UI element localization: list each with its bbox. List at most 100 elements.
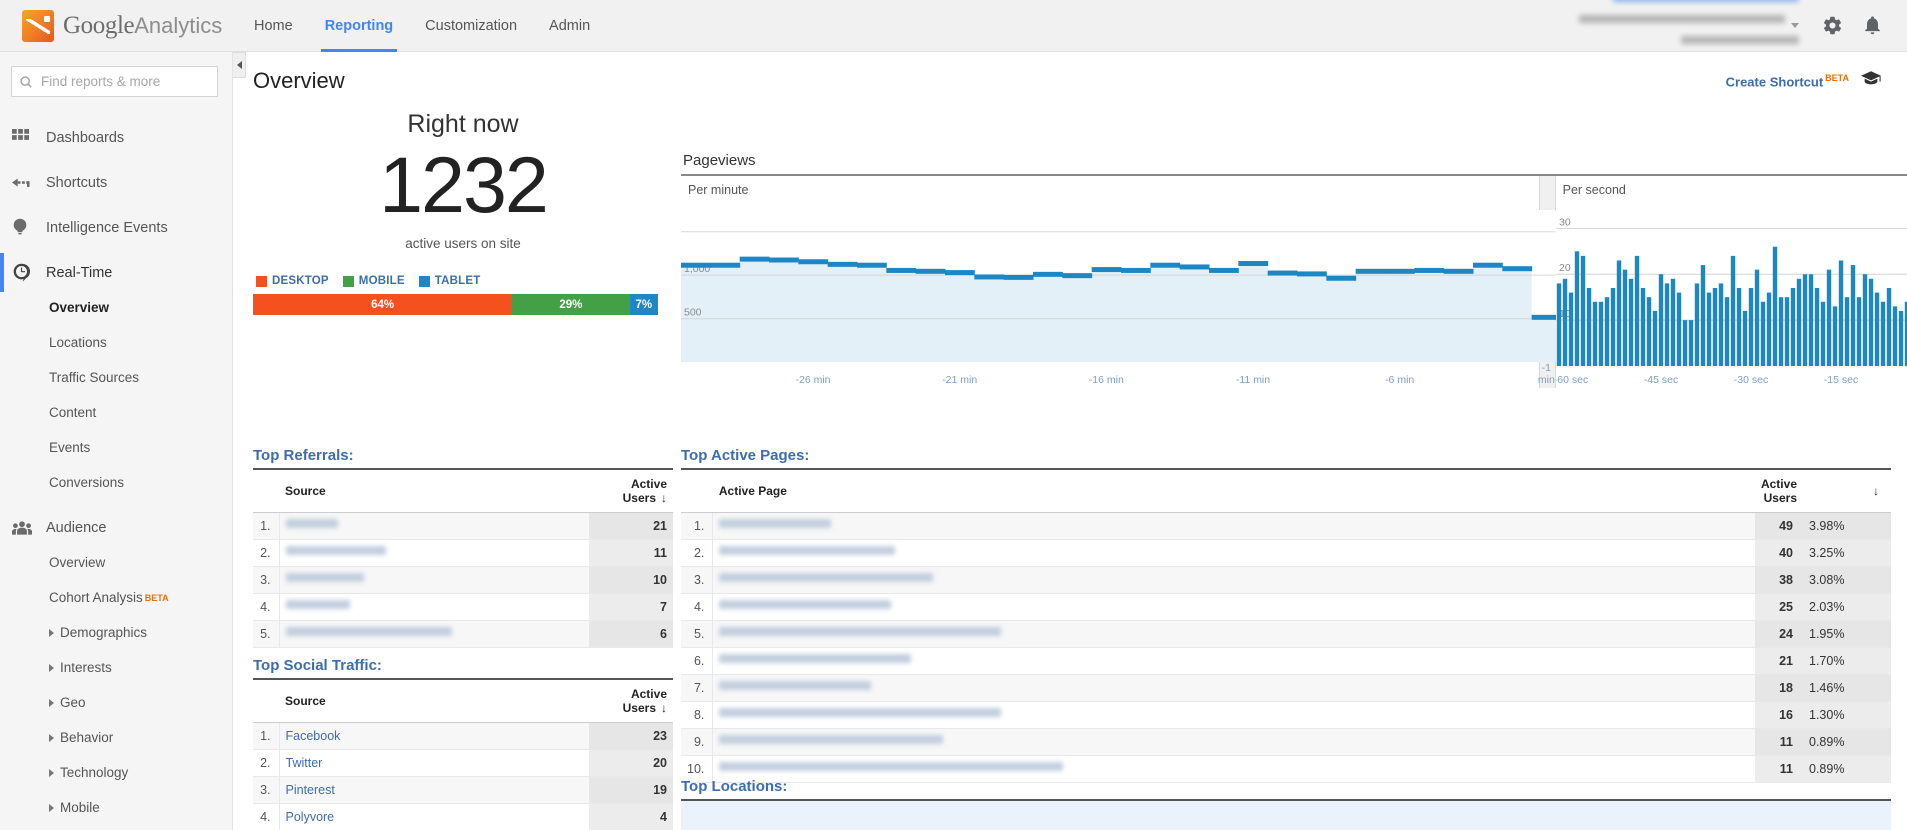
sidebar-item-interests[interactable]: Interests [0, 655, 232, 680]
social-users-header[interactable]: Active Users ↓ [589, 679, 673, 723]
create-shortcut-button[interactable]: Create Shortcut BETA [1726, 73, 1849, 89]
legend-item-mobile[interactable]: MOBILE [342, 275, 405, 287]
sidebar-item-geo[interactable]: Geo [0, 690, 232, 715]
table-row[interactable]: 4. 25 2.03% [681, 593, 1891, 621]
nav-tab-customization[interactable]: Customization [409, 0, 533, 52]
sidebar-item-real-time[interactable]: Real-Time [0, 250, 232, 295]
row-index: 1. [681, 512, 714, 540]
sidebar-item-cohort-analysis[interactable]: Cohort Analysis BETA [0, 585, 232, 610]
top-social-table: Source Active Users ↓ 1. Facebook 23 2. Twitt… [253, 678, 673, 830]
nav-tab-admin[interactable]: Admin [533, 0, 606, 52]
active-page-cell[interactable] [712, 512, 1755, 540]
table-row[interactable]: 4. Polyvore 4 [253, 803, 673, 830]
table-row[interactable]: 6. 21 1.70% [681, 647, 1891, 675]
social-source-link[interactable]: Pinterest [286, 783, 335, 797]
referral-source-cell[interactable] [279, 539, 589, 567]
sidebar-item-realtime-locations[interactable]: Locations [0, 330, 232, 355]
table-row[interactable]: 1. 49 3.98% [681, 512, 1891, 540]
sidebar-item-mobile[interactable]: Mobile [0, 795, 232, 820]
sidebar-collapse-button[interactable] [233, 52, 246, 78]
active-page-cell[interactable] [712, 539, 1755, 567]
chevron-down-icon[interactable] [1791, 22, 1799, 28]
table-row[interactable]: 9. 11 0.89% [681, 728, 1891, 756]
device-share-mobile[interactable]: 29% [512, 294, 630, 315]
notifications-button[interactable] [1855, 9, 1889, 43]
pages-page-header[interactable]: Active Page [712, 469, 1755, 513]
table-row[interactable]: 3. 10 [253, 566, 673, 594]
sidebar-item-audience[interactable]: Audience [0, 505, 232, 550]
social-source-cell[interactable]: Twitter [279, 749, 589, 777]
table-row[interactable]: 5. 24 1.95% [681, 620, 1891, 648]
table-row[interactable]: 1. Facebook 23 [253, 722, 673, 750]
svg-text:500: 500 [684, 307, 702, 319]
sidebar-label-real-time: Real-Time [46, 264, 113, 281]
search-box[interactable] [11, 66, 218, 97]
active-page-cell[interactable] [712, 728, 1755, 756]
education-button[interactable] [1861, 71, 1881, 91]
locations-map[interactable] [681, 799, 1891, 830]
nav-tab-reporting[interactable]: Reporting [309, 0, 409, 52]
referrals-source-header[interactable]: Source [279, 469, 589, 513]
sidebar-item-behavior[interactable]: Behavior [0, 725, 232, 750]
sidebar-item-technology[interactable]: Technology [0, 760, 232, 785]
table-row[interactable]: 4. 7 [253, 593, 673, 621]
referral-source-cell[interactable] [279, 593, 589, 621]
social-source-header[interactable]: Source [279, 679, 589, 723]
referral-source-cell[interactable] [279, 512, 589, 540]
referral-source-cell[interactable] [279, 566, 589, 594]
table-row[interactable]: 2. 11 [253, 539, 673, 567]
social-source-link[interactable]: Facebook [286, 729, 341, 743]
per-second-chart[interactable]: Per second 102030-60 sec-45 sec-30 sec-1… [1555, 176, 1907, 388]
pages-sort-header[interactable]: ↓ [1799, 469, 1891, 513]
sidebar-item-realtime-conversions[interactable]: Conversions [0, 470, 232, 495]
active-page-cell[interactable] [712, 674, 1755, 702]
search-input[interactable] [39, 73, 210, 90]
table-row[interactable]: 2. 40 3.25% [681, 539, 1891, 567]
row-index: 3. [681, 566, 714, 594]
active-page-cell[interactable] [712, 647, 1755, 675]
sidebar-item-realtime-content[interactable]: Content [0, 400, 232, 425]
active-page-cell[interactable] [712, 566, 1755, 594]
sidebar-item-shortcuts[interactable]: Shortcuts [0, 160, 232, 205]
legend-item-desktop[interactable]: DESKTOP [256, 275, 329, 287]
sidebar-item-realtime-overview[interactable]: Overview [0, 295, 232, 320]
nav-tab-home[interactable]: Home [238, 0, 309, 52]
sidebar-label-geo: Geo [60, 695, 86, 710]
social-source-cell[interactable]: Pinterest [279, 776, 589, 804]
table-row[interactable]: 1. 21 [253, 512, 673, 540]
sidebar-item-demographics[interactable]: Demographics [0, 620, 232, 645]
social-source-link[interactable]: Polyvore [286, 810, 335, 824]
table-row[interactable]: 2. Twitter 20 [253, 749, 673, 777]
sidebar-item-realtime-events[interactable]: Events [0, 435, 232, 460]
active-page-cell[interactable] [712, 620, 1755, 648]
active-page-cell[interactable] [712, 701, 1755, 729]
brand-logo-area[interactable]: GoogleAnalytics [0, 9, 222, 42]
pages-users-header[interactable]: Active Users [1754, 469, 1799, 513]
settings-button[interactable] [1815, 9, 1849, 43]
sidebar-item-dashboards[interactable]: Dashboards [0, 115, 232, 160]
device-share-tablet[interactable]: 7% [629, 294, 658, 315]
table-row[interactable]: 5. 6 [253, 620, 673, 648]
social-source-cell[interactable]: Polyvore [279, 803, 589, 830]
sidebar-item-audience-overview[interactable]: Overview [0, 550, 232, 575]
account-selector[interactable] [1579, 0, 1799, 58]
social-source-link[interactable]: Twitter [286, 756, 323, 770]
device-share-desktop[interactable]: 64% [253, 294, 513, 315]
referrals-users-header[interactable]: Active Users ↓ [589, 469, 673, 513]
table-row[interactable]: 3. Pinterest 19 [253, 776, 673, 804]
right-now-panel: Right now 1232 active users on site DESK… [253, 110, 673, 315]
active-page-cell[interactable] [712, 593, 1755, 621]
referral-source-cell[interactable] [279, 620, 589, 648]
table-row[interactable]: 8. 16 1.30% [681, 701, 1891, 729]
sidebar-item-realtime-traffic-sources[interactable]: Traffic Sources [0, 365, 232, 390]
search-area [0, 52, 232, 97]
sort-descending-icon: ↓ [661, 701, 667, 715]
legend-item-tablet[interactable]: TABLET [418, 275, 481, 287]
sidebar-item-intelligence-events[interactable]: Intelligence Events [0, 205, 232, 250]
row-index: 2. [253, 539, 280, 567]
table-row[interactable]: 7. 18 1.46% [681, 674, 1891, 702]
table-row[interactable]: 3. 38 3.08% [681, 566, 1891, 594]
social-source-cell[interactable]: Facebook [279, 722, 589, 750]
per-minute-chart[interactable]: Per minute 5001,0001,500-26 min-21 min-1… [681, 176, 1561, 388]
arrow-left-dashed-icon [12, 176, 46, 190]
